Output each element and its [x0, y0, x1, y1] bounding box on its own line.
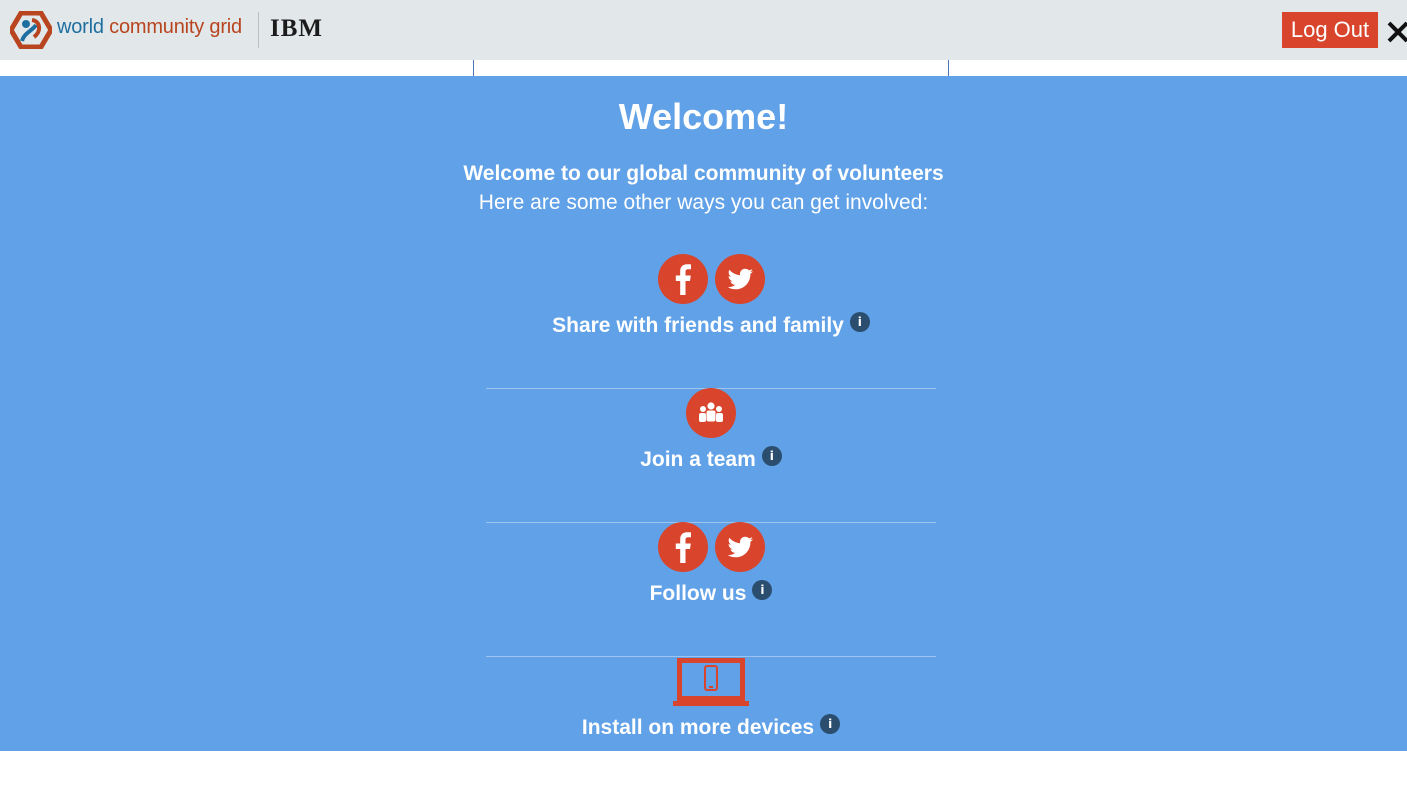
brand-name-rest: community grid: [103, 16, 242, 38]
welcome-subtitle: Welcome to our global community of volun…: [463, 162, 944, 185]
ibm-logo[interactable]: IBM: [270, 15, 323, 43]
world-community-grid-logo-icon[interactable]: [10, 11, 52, 49]
twitter-icon[interactable]: [714, 254, 765, 304]
laptop-phone-icon[interactable]: [673, 656, 749, 708]
team-info-icon[interactable]: i: [761, 446, 782, 466]
brand-name[interactable]: world community grid: [57, 16, 242, 39]
tab-divider: [948, 60, 949, 76]
header-divider: [258, 12, 259, 48]
welcome-title: Welcome!: [618, 96, 789, 137]
brand-name-world: world: [57, 16, 104, 38]
team-label-row: Join a team i: [486, 446, 936, 472]
install-info-icon[interactable]: i: [820, 714, 841, 734]
team-icon[interactable]: [686, 388, 736, 438]
share-section: Share with friends and family i: [486, 254, 936, 389]
follow-label-row: Follow us i: [486, 580, 936, 606]
welcome-subtext: Here are some other ways you can get inv…: [478, 191, 929, 214]
share-label[interactable]: Share with friends and family: [552, 314, 844, 337]
twitter-icon[interactable]: [714, 522, 765, 572]
facebook-icon[interactable]: [657, 522, 708, 572]
close-icon[interactable]: [1386, 12, 1407, 48]
install-icons: [486, 656, 936, 708]
welcome-panel: Welcome! Welcome to our global community…: [0, 76, 1407, 751]
install-label[interactable]: Install on more devices: [582, 716, 814, 739]
team-section: Join a team i: [486, 388, 936, 523]
logout-button[interactable]: Log Out: [1282, 12, 1378, 48]
facebook-icon[interactable]: [657, 254, 708, 304]
follow-info-icon[interactable]: i: [752, 580, 773, 600]
tab-divider: [473, 60, 474, 76]
install-section: Install on more devices i: [486, 656, 936, 790]
follow-icons: [486, 522, 936, 574]
follow-section: Follow us i: [486, 522, 936, 657]
team-icons: [486, 388, 936, 440]
share-info-icon[interactable]: i: [849, 312, 870, 332]
tab-strip: [0, 60, 1407, 76]
top-bar: world community grid IBM Log Out: [0, 0, 1407, 60]
share-label-row: Share with friends and family i: [486, 312, 936, 338]
team-label[interactable]: Join a team: [640, 448, 756, 471]
install-label-row: Install on more devices i: [486, 714, 936, 740]
share-icons: [486, 254, 936, 306]
follow-label[interactable]: Follow us: [650, 582, 747, 605]
